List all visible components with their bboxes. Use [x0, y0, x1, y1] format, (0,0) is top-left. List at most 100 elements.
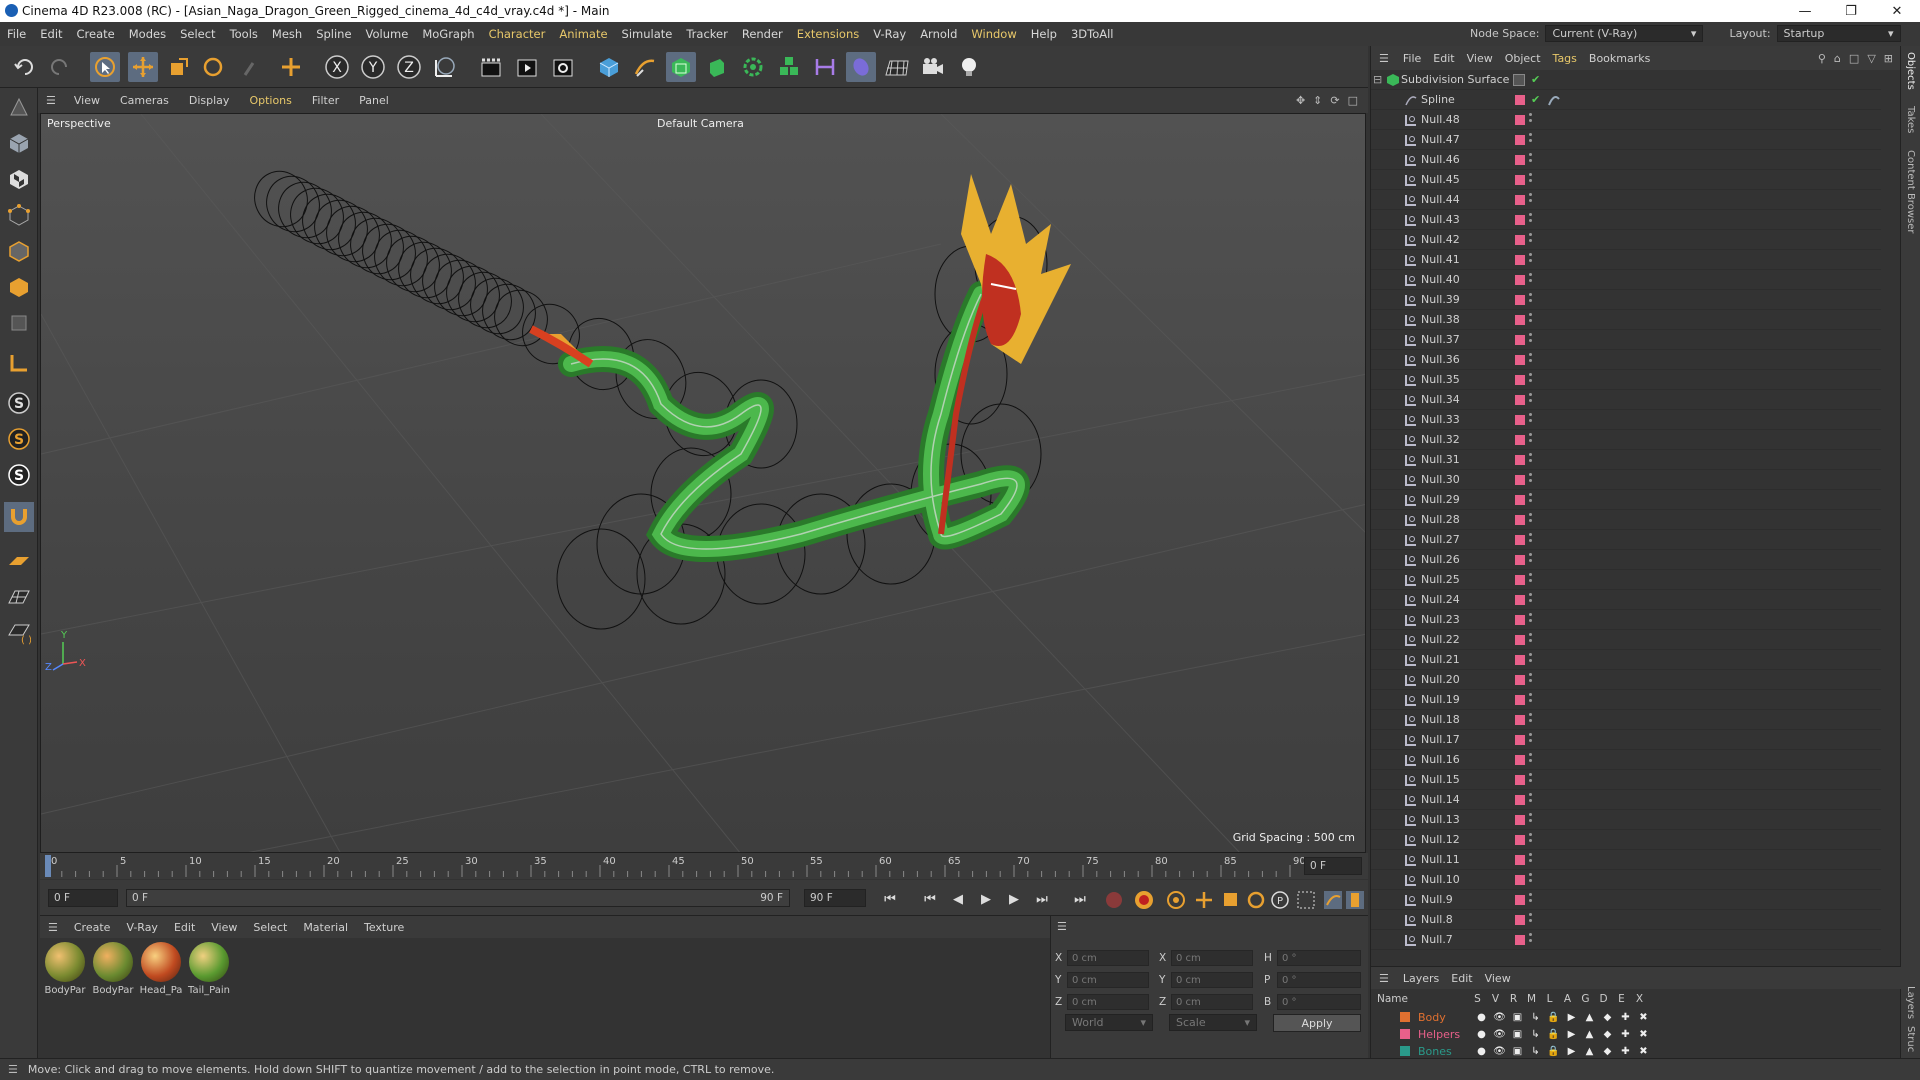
- visibility-dots-icon[interactable]: [1529, 753, 1533, 767]
- material-menu-texture[interactable]: Texture: [356, 921, 412, 934]
- menu-window[interactable]: Window: [964, 27, 1023, 41]
- ik-spline-tag-icon[interactable]: [1547, 93, 1561, 107]
- visibility-dots-icon[interactable]: [1529, 133, 1533, 147]
- minimize-button[interactable]: —: [1782, 0, 1828, 22]
- object-row-null[interactable]: Null.35: [1371, 370, 1881, 390]
- hamburger-menu-icon[interactable]: ☰: [0, 1063, 28, 1076]
- size-x-field[interactable]: 0 cm: [1171, 950, 1253, 966]
- xref-icon[interactable]: ✖: [1637, 1028, 1650, 1041]
- toggle-layout-icon[interactable]: □: [1348, 94, 1358, 107]
- helpers-layer-swatch[interactable]: [1515, 675, 1525, 685]
- helpers-layer-swatch[interactable]: [1515, 355, 1525, 365]
- helpers-layer-swatch[interactable]: [1515, 115, 1525, 125]
- object-row-null[interactable]: Null.34: [1371, 390, 1881, 410]
- apply-button[interactable]: Apply: [1273, 1014, 1361, 1032]
- x-axis-lock-button[interactable]: X: [322, 52, 352, 82]
- object-row-null[interactable]: Null.14: [1371, 790, 1881, 810]
- helpers-layer-swatch[interactable]: [1515, 755, 1525, 765]
- object-row-null[interactable]: Null.42: [1371, 230, 1881, 250]
- menu-simulate[interactable]: Simulate: [615, 27, 680, 41]
- helpers-layer-swatch[interactable]: [1515, 255, 1525, 265]
- viewport-menu-options[interactable]: Options: [239, 94, 301, 107]
- generators-icon[interactable]: ▲: [1583, 1028, 1596, 1041]
- helpers-layer-swatch[interactable]: [1515, 495, 1525, 505]
- redo-button[interactable]: [44, 52, 74, 82]
- expressions-icon[interactable]: ✚: [1619, 1011, 1632, 1024]
- scheme-icon[interactable]: [1324, 891, 1342, 909]
- helpers-layer-swatch[interactable]: [1515, 375, 1525, 385]
- visibility-dots-icon[interactable]: [1529, 193, 1533, 207]
- next-key-button[interactable]: ⏭: [1032, 889, 1052, 909]
- rotation-p-field[interactable]: 0 °: [1277, 972, 1361, 988]
- menu-3dtoall[interactable]: 3DToAll: [1064, 27, 1121, 41]
- object-row-null[interactable]: Null.21: [1371, 650, 1881, 670]
- visibility-dots-icon[interactable]: [1529, 633, 1533, 647]
- material-menu-select[interactable]: Select: [245, 921, 295, 934]
- enabled-check-icon[interactable]: ✔: [1531, 73, 1540, 86]
- object-row-null[interactable]: Null.43: [1371, 210, 1881, 230]
- helpers-layer-swatch[interactable]: [1515, 635, 1525, 645]
- live-selection-button[interactable]: [90, 52, 120, 82]
- material-swatch[interactable]: Tail_Pain: [186, 942, 232, 996]
- visibility-dots-icon[interactable]: [1529, 453, 1533, 467]
- object-row-null[interactable]: Null.31: [1371, 450, 1881, 470]
- texture-mode-button[interactable]: [4, 164, 34, 194]
- object-row-null[interactable]: Null.11: [1371, 850, 1881, 870]
- start-frame-field[interactable]: 0 F: [48, 889, 118, 907]
- solo-icon[interactable]: ●: [1475, 1011, 1488, 1024]
- visibility-dots-icon[interactable]: [1529, 333, 1533, 347]
- helpers-layer-swatch[interactable]: [1515, 715, 1525, 725]
- object-row-null[interactable]: Null.29: [1371, 490, 1881, 510]
- cloner-button[interactable]: [738, 52, 768, 82]
- object-row-null[interactable]: Null.20: [1371, 670, 1881, 690]
- menu-help[interactable]: Help: [1024, 27, 1064, 41]
- visibility-dots-icon[interactable]: [1529, 533, 1533, 547]
- object-row-subdivision-surface[interactable]: ⊟ Subdivision Surface ✔: [1371, 70, 1881, 90]
- helpers-layer-swatch[interactable]: [1515, 475, 1525, 485]
- menu-arnold[interactable]: Arnold: [913, 27, 964, 41]
- dolly-view-icon[interactable]: ⇕: [1313, 94, 1322, 107]
- rotate-tool-button[interactable]: [198, 52, 228, 82]
- object-row-null[interactable]: Null.13: [1371, 810, 1881, 830]
- helpers-layer-swatch[interactable]: [1515, 515, 1525, 525]
- object-row-null[interactable]: Null.48: [1371, 110, 1881, 130]
- render-icon[interactable]: ▣: [1511, 1028, 1524, 1041]
- menu-extensions[interactable]: Extensions: [790, 27, 866, 41]
- helpers-layer-swatch[interactable]: [1515, 935, 1525, 945]
- position-y-field[interactable]: 0 cm: [1067, 972, 1149, 988]
- visibility-dots-icon[interactable]: [1529, 573, 1533, 587]
- perspective-viewport[interactable]: Perspective Default Camera Y X Z Grid Sp…: [40, 113, 1366, 853]
- workplane-button[interactable]: [4, 546, 34, 576]
- menu-vray[interactable]: V-Ray: [866, 27, 913, 41]
- object-row-null[interactable]: Null.46: [1371, 150, 1881, 170]
- layer-menu-view[interactable]: View: [1479, 972, 1517, 985]
- hamburger-menu-icon[interactable]: ☰: [1371, 52, 1397, 65]
- visibility-dots-icon[interactable]: [1529, 913, 1533, 927]
- animation-icon[interactable]: ▶: [1565, 1011, 1578, 1024]
- solo-icon[interactable]: ●: [1475, 1028, 1488, 1041]
- helpers-layer-swatch[interactable]: [1515, 395, 1525, 405]
- go-to-end-button[interactable]: ⏭: [1070, 889, 1090, 909]
- object-menu-tags[interactable]: Tags: [1547, 52, 1583, 65]
- object-row-null[interactable]: Null.25: [1371, 570, 1881, 590]
- layer-swatch[interactable]: [1513, 74, 1525, 86]
- object-row-null[interactable]: Null.44: [1371, 190, 1881, 210]
- material-swatch[interactable]: BodyPar: [42, 942, 88, 996]
- key-pla-icon[interactable]: [1297, 891, 1315, 909]
- next-frame-button[interactable]: ▶: [1004, 889, 1024, 909]
- render-view-button[interactable]: [476, 52, 506, 82]
- field-button[interactable]: [846, 52, 876, 82]
- menu-tools[interactable]: Tools: [223, 27, 265, 41]
- helpers-layer-swatch[interactable]: [1515, 435, 1525, 445]
- frame-range-slider[interactable]: 0 F 90 F: [126, 889, 790, 907]
- object-row-null[interactable]: Null.18: [1371, 710, 1881, 730]
- object-row-null[interactable]: Null.33: [1371, 410, 1881, 430]
- coordinate-space-dropdown[interactable]: World ▾: [1065, 1014, 1153, 1031]
- object-row-null[interactable]: Null.9: [1371, 890, 1881, 910]
- undo-button[interactable]: [10, 52, 40, 82]
- generators-icon[interactable]: ▲: [1583, 1045, 1596, 1058]
- visibility-dots-icon[interactable]: [1529, 893, 1533, 907]
- helpers-layer-swatch[interactable]: [1515, 455, 1525, 465]
- menu-modes[interactable]: Modes: [122, 27, 173, 41]
- object-row-null[interactable]: Null.8: [1371, 910, 1881, 930]
